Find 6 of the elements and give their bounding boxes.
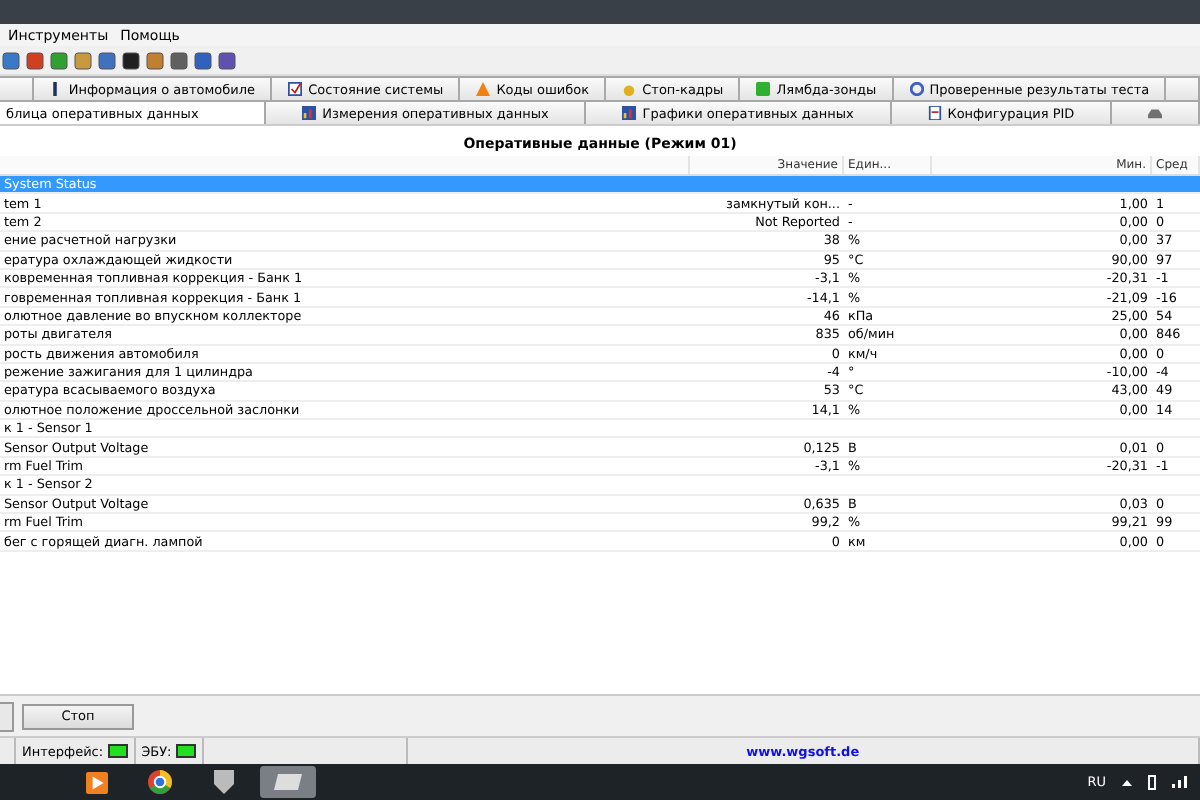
signal-icon[interactable] xyxy=(1172,776,1188,788)
caret-icon[interactable] xyxy=(1122,779,1132,785)
document-icon xyxy=(927,106,942,120)
tab[interactable] xyxy=(1110,100,1200,124)
warning-icon xyxy=(476,82,491,96)
checklist-icon xyxy=(288,82,303,96)
